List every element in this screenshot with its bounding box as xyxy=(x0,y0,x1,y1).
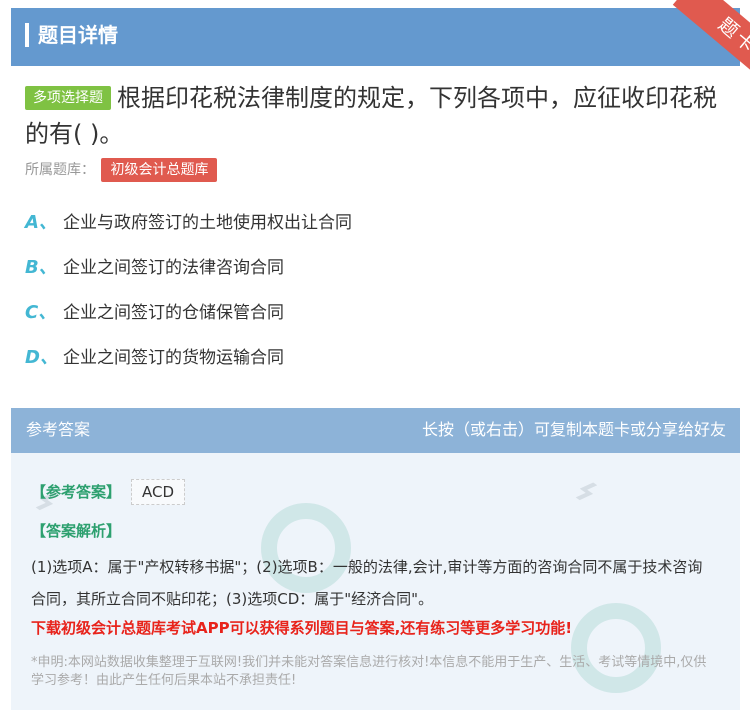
question-card: 多项选择题 根据印花税法律制度的规定，下列各项中，应征收印花税的有( )。 所属题… xyxy=(11,66,740,390)
option-text: 企业之间签订的法律咨询合同 xyxy=(63,258,284,278)
page-header: 题目详情 xyxy=(11,8,740,66)
option-b[interactable]: B、 企业之间签订的法律咨询合同 xyxy=(25,254,284,282)
option-letter: A、 xyxy=(25,212,57,233)
app-download-promo[interactable]: 下载初级会计总题库考试APP可以获得系列题目与答案,还有练习等更多学习功能! xyxy=(31,616,572,640)
option-text: 企业与政府签订的土地使用权出让合同 xyxy=(63,213,352,233)
reference-answer-value: ACD xyxy=(131,479,186,505)
option-letter: C、 xyxy=(25,302,57,323)
option-c[interactable]: C、 企业之间签订的仓储保管合同 xyxy=(25,299,284,327)
question-text: 根据印花税法律制度的规定，下列各项中，应征收印花税的有( )。 xyxy=(25,84,717,148)
analysis-label: 【答案解析】 xyxy=(31,522,122,540)
analysis-text: (1)选项A：属于"产权转移书据"；(2)选项B：一般的法律,会计,审计等方面的… xyxy=(31,558,703,608)
reference-answer-row: 【参考答案】 ACD xyxy=(31,479,186,505)
option-text: 企业之间签订的货物运输合同 xyxy=(63,348,284,368)
reference-answer-label: 【参考答案】 xyxy=(31,483,122,501)
option-a[interactable]: A、 企业与政府签订的土地使用权出让合同 xyxy=(25,209,352,237)
question-type-tag: 多项选择题 xyxy=(25,86,111,110)
option-letter: D、 xyxy=(25,347,58,368)
bank-label: 所属题库： xyxy=(25,162,95,178)
header-accent-bar xyxy=(25,23,29,47)
page-title: 题目详情 xyxy=(38,23,118,47)
question-stem: 多项选择题 根据印花税法律制度的规定，下列各项中，应征收印花税的有( )。 xyxy=(25,80,725,152)
answer-section-header: 参考答案 长按（或右击）可复制本题卡或分享给好友 xyxy=(11,408,740,453)
option-letter: B、 xyxy=(25,257,57,278)
bank-badge[interactable]: 初级会计总题库 xyxy=(101,158,218,182)
watermark-glyph: ⌁ xyxy=(554,463,615,517)
copy-share-hint: 长按（或右击）可复制本题卡或分享给好友 xyxy=(421,420,726,439)
disclaimer-text: *申明:本网站数据收集整理于互联网!我们并未能对答案信息进行核对!本信息不能用于… xyxy=(31,655,707,688)
question-bank-row: 所属题库： 初级会计总题库 xyxy=(25,158,218,182)
answer-section-title: 参考答案 xyxy=(26,420,91,439)
option-d[interactable]: D、 企业之间签订的货物运输合同 xyxy=(25,344,284,372)
answer-section-body: ⌁ ⌁ 【参考答案】 ACD 【答案解析】 (1)选项A：属于"产权转移书据"；(… xyxy=(11,453,740,710)
option-text: 企业之间签订的仓储保管合同 xyxy=(63,303,284,323)
